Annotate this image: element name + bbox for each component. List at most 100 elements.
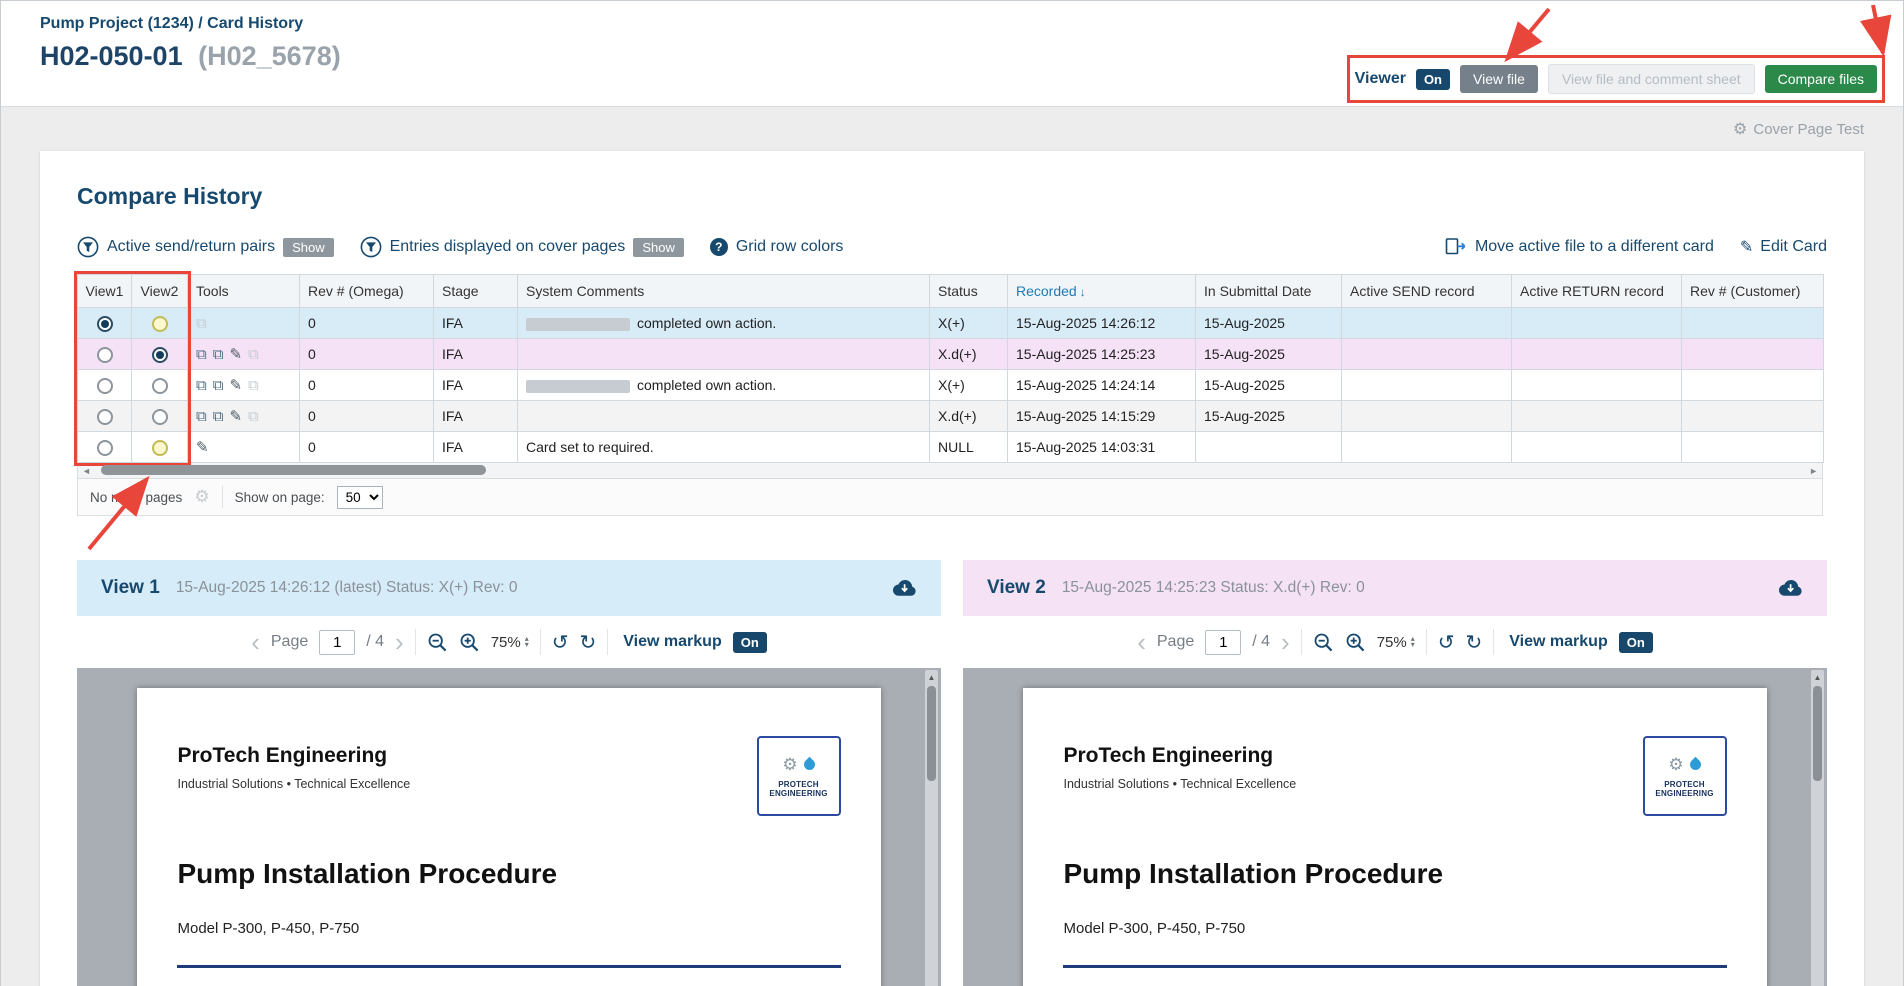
copy-icon[interactable]: ⧉ bbox=[196, 408, 207, 425]
send-cell bbox=[1341, 307, 1512, 339]
table-header-row: View1 View2 Tools Rev # (Omega) Stage System … bbox=[77, 274, 1824, 308]
copy-icon[interactable]: ⧉ bbox=[196, 346, 207, 363]
recorded-cell: 15-Aug-2025 14:24:14 bbox=[1007, 369, 1196, 401]
status-cell: X(+) bbox=[929, 307, 1008, 339]
download-icon[interactable] bbox=[892, 579, 917, 597]
view2-radio[interactable] bbox=[151, 315, 168, 332]
column-header-rev-omega-[interactable]: Rev # (Omega) bbox=[299, 274, 434, 308]
column-header-view2[interactable]: View2 bbox=[131, 274, 188, 308]
column-header-active-return-record[interactable]: Active RETURN record bbox=[1511, 274, 1682, 308]
in-submittal-cell: 15-Aug-2025 bbox=[1195, 338, 1342, 370]
zoom-level-select[interactable]: 75% ▴ ▾ bbox=[491, 634, 529, 651]
edit-icon[interactable]: ✎ bbox=[229, 346, 242, 363]
rev-customer-cell bbox=[1681, 338, 1824, 370]
stepper-icon[interactable]: ▴ ▾ bbox=[525, 635, 529, 649]
company-logo: ⚙ PROTECH ENGINEERING bbox=[756, 736, 841, 816]
table-horizontal-scrollbar[interactable]: ◄ ► bbox=[77, 463, 1823, 479]
edit-card-link[interactable]: ✎ Edit Card bbox=[1740, 237, 1827, 257]
view1-radio[interactable] bbox=[96, 377, 113, 394]
view2-radio[interactable] bbox=[151, 408, 168, 425]
download-icon[interactable] bbox=[1778, 579, 1803, 597]
gear-icon[interactable]: ⚙ bbox=[194, 487, 209, 507]
gear-icon: ⚙ bbox=[1733, 121, 1748, 138]
move-active-file-link[interactable]: Move active file to a different card bbox=[1444, 237, 1714, 257]
view2-radio-cell bbox=[131, 400, 188, 432]
logo-text: PROTECH ENGINEERING bbox=[1655, 779, 1714, 798]
zoom-out-icon[interactable] bbox=[1313, 632, 1334, 653]
zoom-level-select[interactable]: 75% ▴ ▾ bbox=[1377, 634, 1415, 651]
scrollbar-thumb[interactable] bbox=[1813, 686, 1822, 781]
zoom-in-icon[interactable] bbox=[459, 632, 480, 653]
divider bbox=[607, 629, 609, 655]
page-input[interactable] bbox=[319, 629, 356, 655]
scrollbar-track[interactable] bbox=[95, 463, 1805, 478]
history-table: View1 View2 Tools Rev # (Omega) Stage System … bbox=[77, 274, 1824, 463]
view1-radio[interactable] bbox=[96, 346, 113, 363]
view-markup-label: View markup bbox=[1509, 633, 1608, 650]
prev-page-icon[interactable]: ‹ bbox=[251, 629, 260, 655]
filter-row: Active send/return pairs Show Entries di… bbox=[77, 236, 1827, 258]
scroll-up-icon[interactable]: ▲ bbox=[1811, 670, 1824, 682]
copy-icon[interactable]: ⧉ bbox=[196, 377, 207, 394]
view-markup-toggle[interactable]: On bbox=[1618, 631, 1653, 653]
compare-files-button[interactable]: Compare files bbox=[1764, 65, 1877, 93]
rotate-right-icon[interactable]: ↻ bbox=[1466, 630, 1483, 655]
cover-page-test-label[interactable]: Cover Page Test bbox=[1753, 121, 1864, 138]
help-icon[interactable]: ? bbox=[709, 238, 728, 256]
view1-radio[interactable] bbox=[96, 408, 113, 425]
column-header-status[interactable]: Status bbox=[929, 274, 1008, 308]
show-button[interactable]: Show bbox=[633, 237, 684, 257]
grid-row-colors[interactable]: ? Grid row colors bbox=[709, 238, 843, 256]
column-header-rev-customer-[interactable]: Rev # (Customer) bbox=[1681, 274, 1824, 308]
edit-icon[interactable]: ✎ bbox=[229, 408, 242, 425]
document-scrollbar[interactable]: ▲ bbox=[925, 670, 938, 986]
view2-radio[interactable] bbox=[151, 439, 168, 456]
view-file-button[interactable]: View file bbox=[1460, 65, 1538, 93]
rotate-right-icon[interactable]: ↻ bbox=[580, 630, 597, 655]
prev-page-icon[interactable]: ‹ bbox=[1137, 629, 1146, 655]
scroll-up-icon[interactable]: ▲ bbox=[925, 670, 938, 682]
edit-icon[interactable]: ✎ bbox=[229, 377, 242, 394]
column-header-active-send-record[interactable]: Active SEND record bbox=[1341, 274, 1512, 308]
move-active-file-label: Move active file to a different card bbox=[1474, 238, 1714, 255]
scrollbar-thumb[interactable] bbox=[927, 686, 936, 781]
column-header-recorded[interactable]: Recorded ↓ bbox=[1007, 274, 1196, 308]
view2-radio[interactable] bbox=[151, 377, 168, 394]
view2-meta: 15-Aug-2025 14:25:23 Status: X.d(+) Rev:… bbox=[1061, 579, 1365, 596]
view-markup-toggle[interactable]: On bbox=[732, 631, 767, 653]
column-header-in-submittal-date[interactable]: In Submittal Date bbox=[1195, 274, 1342, 308]
rotate-left-icon[interactable]: ↺ bbox=[1438, 630, 1455, 655]
scrollbar-thumb[interactable] bbox=[100, 465, 486, 475]
column-header-view1[interactable]: View1 bbox=[77, 274, 132, 308]
page-size-select[interactable]: 50 bbox=[336, 485, 383, 509]
viewer-on-toggle[interactable]: On bbox=[1415, 68, 1450, 90]
column-header-system-comments[interactable]: System Comments bbox=[517, 274, 930, 308]
page-header: Pump Project (1234) / Card History H02-0… bbox=[1, 1, 1903, 107]
copy-alt-icon[interactable]: ⧉ bbox=[213, 377, 224, 394]
breadcrumb[interactable]: Pump Project (1234) / Card History bbox=[40, 15, 1903, 33]
scroll-left-icon[interactable]: ◄ bbox=[78, 466, 95, 476]
next-page-icon[interactable]: › bbox=[1281, 629, 1290, 655]
status-cell: X.d(+) bbox=[929, 400, 1008, 432]
view1-radio-cell bbox=[77, 338, 132, 370]
stepper-icon[interactable]: ▴ ▾ bbox=[1411, 635, 1415, 649]
copy-alt-icon[interactable]: ⧉ bbox=[213, 408, 224, 425]
column-header-tools[interactable]: Tools bbox=[187, 274, 300, 308]
column-header-stage[interactable]: Stage bbox=[433, 274, 518, 308]
next-page-icon[interactable]: › bbox=[395, 629, 404, 655]
page-label: Page bbox=[1156, 633, 1195, 650]
view1-panel: View 1 15-Aug-2025 14:26:12 (latest) Sta… bbox=[77, 560, 941, 986]
rotate-left-icon[interactable]: ↺ bbox=[552, 630, 569, 655]
show-button[interactable]: Show bbox=[283, 237, 334, 257]
view2-radio[interactable] bbox=[151, 346, 168, 363]
company-name: ProTech Engineering bbox=[177, 744, 388, 767]
scroll-right-icon[interactable]: ► bbox=[1805, 466, 1822, 476]
page-input[interactable] bbox=[1205, 629, 1242, 655]
document-scrollbar[interactable]: ▲ bbox=[1811, 670, 1824, 986]
copy-alt-icon[interactable]: ⧉ bbox=[213, 346, 224, 363]
view1-radio[interactable] bbox=[96, 439, 113, 456]
zoom-in-icon[interactable] bbox=[1345, 632, 1366, 653]
zoom-out-icon[interactable] bbox=[427, 632, 448, 653]
view1-radio[interactable] bbox=[96, 315, 113, 332]
edit-icon[interactable]: ✎ bbox=[196, 439, 209, 456]
